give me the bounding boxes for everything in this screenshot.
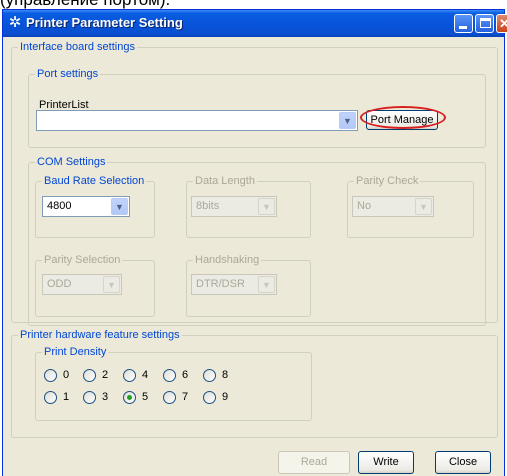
radio-button-icon[interactable] <box>123 391 136 404</box>
chevron-down-icon[interactable]: ▼ <box>339 112 356 129</box>
radio-button-icon[interactable] <box>203 369 216 382</box>
chevron-down-icon: ▼ <box>103 276 120 293</box>
handshaking-value: DTR/DSR <box>196 278 245 290</box>
close-button[interactable]: Close <box>435 451 491 474</box>
density-option-9[interactable]: 9 <box>203 391 237 405</box>
radio-button-icon[interactable] <box>163 391 176 404</box>
interface-board-legend: Interface board settings <box>18 40 137 54</box>
parity-selection-select[interactable]: ODD ▼ <box>42 274 122 295</box>
data-length-select[interactable]: 8bits ▼ <box>191 196 277 217</box>
parity-check-legend: Parity Check <box>354 174 421 188</box>
handshaking-legend: Handshaking <box>193 253 262 267</box>
density-option-3[interactable]: 3 <box>83 391 117 405</box>
printer-parameter-window: ✲ Printer Parameter Setting ✕ Interface … <box>2 9 507 476</box>
minimize-icon <box>459 26 467 29</box>
page-caption: (управление портом). <box>0 0 507 9</box>
radio-button-icon[interactable] <box>163 369 176 382</box>
port-settings-legend: Port settings <box>35 67 101 81</box>
radio-button-icon[interactable] <box>44 391 57 404</box>
density-option-label: 8 <box>222 369 229 381</box>
density-option-5[interactable]: 5 <box>123 391 157 405</box>
chevron-down-icon[interactable]: ▼ <box>111 198 128 215</box>
parity-selection-legend: Parity Selection <box>42 253 123 267</box>
read-button[interactable]: Read <box>278 451 350 474</box>
density-option-7[interactable]: 7 <box>163 391 197 405</box>
density-option-1[interactable]: 1 <box>44 391 78 405</box>
com-settings-legend: COM Settings <box>35 155 108 169</box>
density-option-label: 2 <box>102 369 109 381</box>
density-option-4[interactable]: 4 <box>123 369 157 383</box>
density-option-0[interactable]: 0 <box>44 369 78 383</box>
density-option-label: 3 <box>102 391 109 403</box>
maximize-icon <box>480 18 491 28</box>
chevron-down-icon: ▼ <box>258 276 275 293</box>
radio-button-icon[interactable] <box>44 369 57 382</box>
density-option-2[interactable]: 2 <box>83 369 117 383</box>
chevron-down-icon: ▼ <box>258 198 275 215</box>
radio-button-icon[interactable] <box>83 391 96 404</box>
print-density-group: Print Density <box>35 345 312 421</box>
data-length-value: 8bits <box>196 200 220 212</box>
density-option-6[interactable]: 6 <box>163 369 197 383</box>
write-button[interactable]: Write <box>358 451 414 474</box>
chevron-down-icon: ▼ <box>415 198 432 215</box>
close-window-button[interactable]: ✕ <box>496 14 507 33</box>
printer-list-select[interactable]: ▼ <box>36 110 358 131</box>
radio-selected-indicator <box>127 395 132 400</box>
density-option-label: 4 <box>142 369 149 381</box>
window-title: Printer Parameter Setting <box>26 15 183 30</box>
density-option-label: 0 <box>63 369 70 381</box>
close-icon: ✕ <box>499 16 507 31</box>
baud-rate-value: 4800 <box>47 200 72 212</box>
density-option-label: 1 <box>63 391 70 403</box>
parity-selection-value: ODD <box>47 278 72 290</box>
density-option-label: 5 <box>142 391 149 403</box>
density-option-label: 7 <box>182 391 189 403</box>
parity-check-value: No <box>357 200 372 212</box>
radio-button-icon[interactable] <box>203 391 216 404</box>
title-bar[interactable]: ✲ Printer Parameter Setting ✕ <box>3 10 507 37</box>
minimize-button[interactable] <box>454 14 473 33</box>
baud-rate-select[interactable]: 4800 ▼ <box>42 196 130 217</box>
highlight-annotation <box>360 106 446 129</box>
gear-icon: ✲ <box>8 14 22 31</box>
radio-button-icon[interactable] <box>83 369 96 382</box>
handshaking-select[interactable]: DTR/DSR ▼ <box>191 274 277 295</box>
print-density-legend: Print Density <box>42 345 109 359</box>
density-option-label: 6 <box>182 369 189 381</box>
radio-button-icon[interactable] <box>123 369 136 382</box>
density-option-label: 9 <box>222 391 229 403</box>
data-length-legend: Data Length <box>193 174 257 188</box>
baud-rate-legend: Baud Rate Selection <box>42 174 147 188</box>
parity-check-select[interactable]: No ▼ <box>352 196 434 217</box>
maximize-button[interactable] <box>475 14 494 33</box>
density-option-8[interactable]: 8 <box>203 369 237 383</box>
hardware-settings-legend: Printer hardware feature settings <box>18 328 182 342</box>
